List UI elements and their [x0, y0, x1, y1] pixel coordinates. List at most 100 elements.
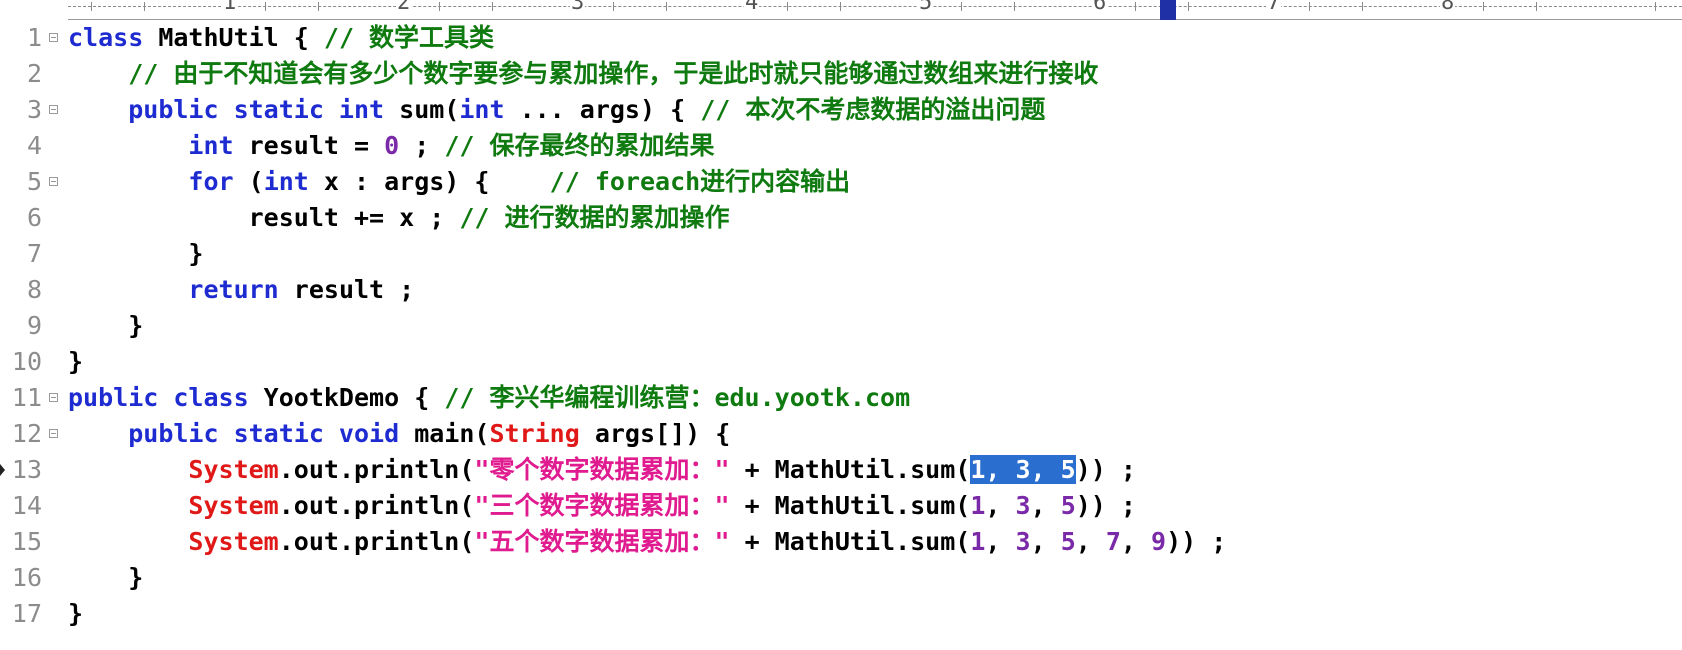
keyword-token: public static int [128, 95, 385, 124]
code-token: result += x ; [68, 203, 460, 232]
line-number: 12 [11, 419, 42, 448]
code-token: ... args) { [504, 95, 701, 124]
number-token: 0 [384, 131, 400, 160]
code-token: .out.println( [278, 491, 475, 520]
line-gutter: 5 [0, 164, 64, 200]
code-text[interactable]: public static void main(String args[]) { [68, 416, 730, 452]
ruler-label: 4 [744, 0, 760, 14]
code-token: , [1120, 527, 1152, 556]
comment-token: // foreach进行内容输出 [549, 167, 851, 196]
ruler-tick [439, 2, 440, 11]
code-line[interactable]: 2 // 由于不知道会有多少个数字要参与累加操作，于是此时就只能够通过数组来进行… [0, 56, 1682, 92]
code-line[interactable]: 5 for (int x : args) { // foreach进行内容输出 [0, 164, 1682, 200]
code-line[interactable]: 1 class MathUtil { // 数学工具类 [0, 20, 1682, 56]
line-number: 3 [26, 95, 42, 124]
code-text[interactable]: class MathUtil { // 数学工具类 [68, 20, 494, 56]
code-line[interactable]: 13 System.out.println("零个数字数据累加：" + Math… [0, 452, 1682, 488]
code-line[interactable]: 6 result += x ; // 进行数据的累加操作 [0, 200, 1682, 236]
code-line[interactable]: 9 } [0, 308, 1682, 344]
code-text[interactable]: } [68, 596, 83, 632]
class-name-token: System [188, 527, 279, 556]
fold-toggle-icon[interactable] [49, 429, 58, 438]
string-token: "零个数字数据累加：" [474, 455, 730, 484]
code-text[interactable]: public static int sum(int ... args) { //… [68, 92, 1045, 128]
ruler-label: 1 [222, 0, 238, 14]
code-line[interactable]: 15 System.out.println("五个数字数据累加：" + Math… [0, 524, 1682, 560]
line-gutter: 16 [0, 560, 64, 596]
comment-token: // 李兴华编程训练营：edu.yootk.com [444, 383, 911, 412]
code-text[interactable]: // 由于不知道会有多少个数字要参与累加操作，于是此时就只能够通过数组来进行接收 [68, 56, 1098, 92]
code-text[interactable]: result += x ; // 进行数据的累加操作 [68, 200, 730, 236]
line-number: 8 [26, 275, 42, 304]
code-text[interactable]: System.out.println("零个数字数据累加：" + MathUti… [68, 452, 1136, 488]
code-line[interactable]: 12 public static void main(String args[]… [0, 416, 1682, 452]
code-line[interactable]: 10} [0, 344, 1682, 380]
code-line[interactable]: 17} [0, 596, 1682, 632]
line-gutter: 8 [0, 272, 64, 308]
code-text[interactable]: } [68, 344, 83, 380]
code-token: args[]) { [579, 419, 731, 448]
line-number: 5 [26, 167, 42, 196]
ruler-tick [1135, 2, 1136, 11]
ruler-tick [787, 2, 788, 11]
code-token: result ; [278, 275, 415, 304]
code-line[interactable]: 3 public static int sum(int ... args) { … [0, 92, 1682, 128]
number-token: 3 [1015, 527, 1031, 556]
ruler-tick [318, 2, 319, 11]
code-line[interactable]: 14 System.out.println("三个数字数据累加：" + Math… [0, 488, 1682, 524]
code-token: } [68, 239, 204, 268]
ruler-label: 2 [396, 0, 412, 14]
code-token: result = [233, 131, 385, 160]
ruler-tick [840, 2, 841, 11]
ruler-label: 7 [1266, 0, 1282, 14]
code-token: )) ; [1075, 491, 1136, 520]
code-text[interactable]: } [68, 308, 143, 344]
number-token: 3 [1015, 491, 1031, 520]
code-token: main( [399, 419, 490, 448]
ruler-tick [961, 2, 962, 11]
code-token: } [68, 599, 84, 628]
code-text[interactable]: } [68, 560, 143, 596]
code-text[interactable]: int result = 0 ; // 保存最终的累加结果 [68, 128, 714, 164]
code-line[interactable]: 8 return result ; [0, 272, 1682, 308]
code-text[interactable]: for (int x : args) { // foreach进行内容输出 [68, 164, 850, 200]
code-line[interactable]: 4 int result = 0 ; // 保存最终的累加结果 [0, 128, 1682, 164]
code-token: + MathUtil.sum( [729, 527, 971, 556]
code-text[interactable]: return result ; [68, 272, 414, 308]
fold-toggle-icon[interactable] [49, 177, 58, 186]
line-gutter: 9 [0, 308, 64, 344]
code-text[interactable]: } [68, 236, 203, 272]
code-line[interactable]: 7 } [0, 236, 1682, 272]
ruler-label: 3 [570, 0, 586, 14]
line-gutter: 14 [0, 488, 64, 524]
class-name-token: System [188, 491, 279, 520]
code-text[interactable]: System.out.println("三个数字数据累加：" + MathUti… [68, 488, 1136, 524]
ruler-tick [1655, 2, 1656, 11]
code-line[interactable]: 11 public class YootkDemo { // 李兴华编程训练营：e… [0, 380, 1682, 416]
ruler-tick [1309, 2, 1310, 11]
code-text[interactable]: public class YootkDemo { // 李兴华编程训练营：edu… [68, 380, 910, 416]
code-token: )) ; [1075, 455, 1136, 484]
ruler-label: 6 [1092, 0, 1108, 14]
line-gutter: 10 [0, 344, 64, 380]
code-editor[interactable]: 1 class MathUtil { // 数学工具类 2 // 由于不知道会有多少… [0, 20, 1682, 632]
code-token: , [985, 527, 1016, 556]
code-token: , [1075, 527, 1106, 556]
string-token: "五个数字数据累加：" [474, 527, 730, 556]
code-line[interactable]: 16 } [0, 560, 1682, 596]
number-token: 7 [1105, 527, 1121, 556]
line-number: 13 [11, 455, 42, 484]
string-token: "三个数字数据累加：" [474, 491, 730, 520]
fold-toggle-icon[interactable] [49, 105, 58, 114]
fold-toggle-icon[interactable] [49, 393, 58, 402]
fold-toggle-icon[interactable] [49, 33, 58, 42]
code-text[interactable]: System.out.println("五个数字数据累加：" + MathUti… [68, 524, 1226, 560]
ruler-tick [91, 2, 92, 11]
ruler-tick [1188, 2, 1189, 11]
code-token: x : args) { [308, 167, 550, 196]
ruler-tick [1536, 2, 1537, 11]
code-token: + MathUtil.sum( [729, 455, 971, 484]
